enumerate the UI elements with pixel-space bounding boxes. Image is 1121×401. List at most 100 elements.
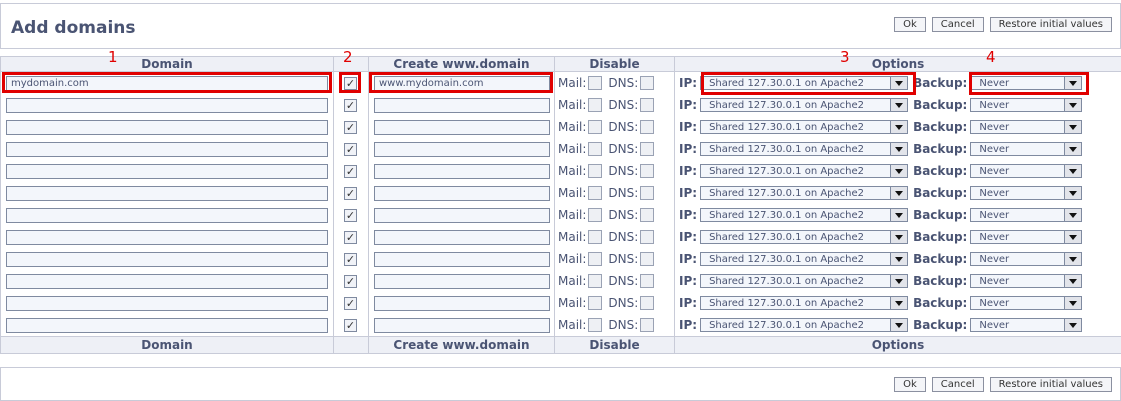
www-domain-input[interactable] [374,185,550,201]
domain-input[interactable] [6,119,328,135]
backup-select[interactable]: Never [970,164,1083,178]
chevron-down-icon[interactable] [1064,165,1082,177]
backup-select[interactable]: Never [970,186,1083,200]
backup-select[interactable]: Never [970,120,1083,134]
cancel-button-bottom[interactable]: Cancel [931,377,984,392]
www-domain-input[interactable] [374,163,550,179]
restore-button-bottom[interactable]: Restore initial values [989,377,1112,392]
domain-input[interactable] [6,185,328,201]
chevron-down-icon[interactable] [890,143,908,155]
create-www-checkbox[interactable]: ✓ [344,208,357,222]
chevron-down-icon[interactable] [890,319,908,331]
disable-dns-checkbox[interactable] [640,252,655,266]
disable-dns-checkbox[interactable] [640,296,655,310]
backup-select[interactable]: Never [970,318,1083,332]
disable-mail-checkbox[interactable] [588,142,603,156]
www-domain-input[interactable] [374,229,550,245]
domain-input[interactable] [6,251,328,267]
www-domain-input[interactable] [374,119,550,135]
create-www-checkbox[interactable]: ✓ [344,120,357,134]
chevron-down-icon[interactable] [890,99,908,111]
chevron-down-icon[interactable] [1064,99,1082,111]
disable-mail-checkbox[interactable] [588,252,603,266]
backup-select[interactable]: Never [970,230,1083,244]
disable-dns-checkbox[interactable] [640,318,655,332]
disable-mail-checkbox[interactable] [588,164,603,178]
ip-select[interactable]: Shared 127.30.0.1 on Apache2 [700,318,909,332]
chevron-down-icon[interactable] [1064,253,1082,265]
disable-dns-checkbox[interactable] [640,142,655,156]
disable-dns-checkbox[interactable] [640,186,655,200]
ip-select[interactable]: Shared 127.30.0.1 on Apache2 [700,164,909,178]
ip-select[interactable]: Shared 127.30.0.1 on Apache2 [700,252,909,266]
domain-input[interactable] [6,317,328,333]
www-domain-input[interactable] [374,207,550,223]
ip-select[interactable]: Shared 127.30.0.1 on Apache2 [700,296,909,310]
ok-button[interactable]: Ok [894,17,926,32]
chevron-down-icon[interactable] [1064,297,1082,309]
disable-dns-checkbox[interactable] [640,98,655,112]
domain-input[interactable] [6,207,328,223]
domain-input[interactable] [6,163,328,179]
ip-select[interactable]: Shared 127.30.0.1 on Apache2 [700,208,909,222]
ip-select[interactable]: Shared 127.30.0.1 on Apache2 [700,120,909,134]
chevron-down-icon[interactable] [1064,209,1082,221]
disable-mail-checkbox[interactable] [588,98,603,112]
www-domain-input[interactable] [374,317,550,333]
chevron-down-icon[interactable] [890,165,908,177]
domain-input[interactable] [6,295,328,311]
create-www-checkbox[interactable]: ✓ [344,318,357,332]
chevron-down-icon[interactable] [890,253,908,265]
ok-button-bottom[interactable]: Ok [894,377,926,392]
disable-dns-checkbox[interactable] [640,230,655,244]
domain-input[interactable] [6,141,328,157]
backup-select[interactable]: Never [970,296,1083,310]
chevron-down-icon[interactable] [890,231,908,243]
create-www-checkbox[interactable]: ✓ [344,98,357,112]
backup-select[interactable]: Never [970,252,1083,266]
ip-select[interactable]: Shared 127.30.0.1 on Apache2 [700,98,909,112]
chevron-down-icon[interactable] [1064,231,1082,243]
disable-mail-checkbox[interactable] [588,76,603,90]
create-www-checkbox[interactable]: ✓ [344,252,357,266]
domain-input[interactable] [6,229,328,245]
disable-mail-checkbox[interactable] [588,186,603,200]
backup-select[interactable]: Never [970,142,1083,156]
ip-select[interactable]: Shared 127.30.0.1 on Apache2 [700,186,909,200]
disable-dns-checkbox[interactable] [640,164,655,178]
disable-dns-checkbox[interactable] [640,76,655,90]
chevron-down-icon[interactable] [890,209,908,221]
create-www-checkbox[interactable]: ✓ [344,186,357,200]
create-www-checkbox[interactable]: ✓ [344,142,357,156]
chevron-down-icon[interactable] [890,275,908,287]
disable-mail-checkbox[interactable] [588,296,603,310]
www-domain-input[interactable] [374,295,550,311]
backup-select[interactable]: Never [970,208,1083,222]
cancel-button[interactable]: Cancel [931,17,984,32]
chevron-down-icon[interactable] [890,121,908,133]
disable-dns-checkbox[interactable] [640,120,655,134]
chevron-down-icon[interactable] [1064,275,1082,287]
disable-mail-checkbox[interactable] [588,274,603,288]
domain-input[interactable] [6,97,328,113]
disable-dns-checkbox[interactable] [640,274,655,288]
create-www-checkbox[interactable]: ✓ [344,274,357,288]
chevron-down-icon[interactable] [1064,319,1082,331]
chevron-down-icon[interactable] [1064,121,1082,133]
restore-button[interactable]: Restore initial values [989,17,1112,32]
disable-mail-checkbox[interactable] [588,208,603,222]
ip-select[interactable]: Shared 127.30.0.1 on Apache2 [700,142,909,156]
chevron-down-icon[interactable] [890,187,908,199]
ip-select[interactable]: Shared 127.30.0.1 on Apache2 [700,230,909,244]
www-domain-input[interactable] [374,141,550,157]
disable-mail-checkbox[interactable] [588,318,603,332]
create-www-checkbox[interactable]: ✓ [344,164,357,178]
chevron-down-icon[interactable] [890,297,908,309]
disable-mail-checkbox[interactable] [588,120,603,134]
www-domain-input[interactable] [374,273,550,289]
create-www-checkbox[interactable]: ✓ [344,296,357,310]
create-www-checkbox[interactable]: ✓ [344,230,357,244]
ip-select[interactable]: Shared 127.30.0.1 on Apache2 [700,274,909,288]
disable-mail-checkbox[interactable] [588,230,603,244]
www-domain-input[interactable] [374,97,550,113]
